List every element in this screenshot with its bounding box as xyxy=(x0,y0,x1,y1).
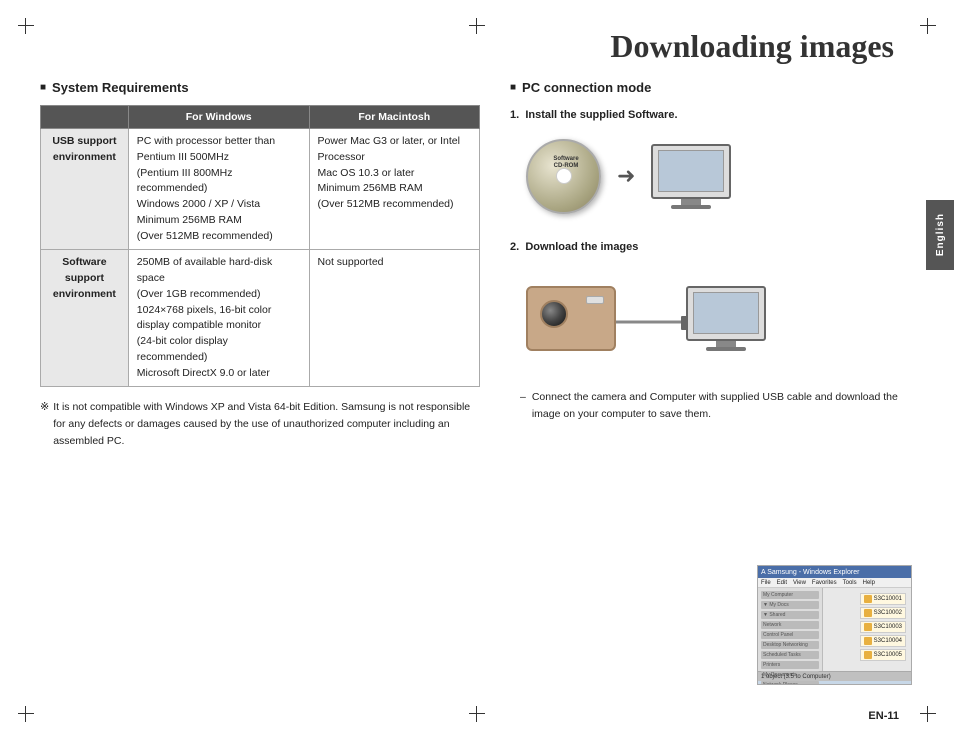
crosshair-top-left xyxy=(18,18,34,34)
crosshair-bottom-mid xyxy=(469,706,485,722)
file-icon-4 xyxy=(864,637,872,645)
sidebar-item-10: Network Places xyxy=(761,681,819,685)
table-header-windows: For Windows xyxy=(128,106,309,129)
screenshot-thumbnail: A Samsung - Windows Explorer File Edit V… xyxy=(757,565,912,685)
left-panel: System Requirements For Windows For Maci… xyxy=(40,80,480,450)
cd-label: SoftwareCD-ROM xyxy=(546,156,586,172)
usb-row-header: USB support environment xyxy=(41,129,129,250)
requirements-table: For Windows For Macintosh USB support en… xyxy=(40,105,480,387)
monitor-body xyxy=(651,144,731,199)
thumb-file-icons: S3C10001 S3C10002 S3C10003 S3C10004 S3C1… xyxy=(860,593,906,661)
cd-disc: SoftwareCD-ROM xyxy=(526,139,601,214)
file-3: S3C10003 xyxy=(860,621,906,633)
sidebar-item-1: My Computer xyxy=(761,591,819,599)
step2-screen xyxy=(693,292,759,334)
file-icon-3 xyxy=(864,623,872,631)
thumb-titlebar: A Samsung - Windows Explorer xyxy=(758,566,911,578)
file-icon-5 xyxy=(864,651,872,659)
camera-lens xyxy=(540,300,568,328)
page-title: Downloading images xyxy=(610,28,894,65)
table-header-mac: For Macintosh xyxy=(309,106,479,129)
sidebar-item-5: Control Panel xyxy=(761,631,819,639)
note-text: It is not compatible with Windows XP and… xyxy=(53,399,480,449)
file-icon-2 xyxy=(864,609,872,617)
software-row-header: Software support environment xyxy=(41,250,129,387)
sidebar-item-7: Scheduled Tasks xyxy=(761,651,819,659)
monitor-stand xyxy=(681,199,701,205)
sidebar-item-4: Network xyxy=(761,621,819,629)
camera-flash xyxy=(586,296,604,304)
file-1: S3C10001 xyxy=(860,593,906,605)
step2-base xyxy=(706,347,746,351)
table-header-empty xyxy=(41,106,129,129)
camera-body xyxy=(526,286,616,351)
table-row-software: Software support environment 250MB of av… xyxy=(41,250,480,387)
software-windows-cell: 250MB of available hard-disk space (Over… xyxy=(128,250,309,387)
file-icon-1 xyxy=(864,595,872,603)
file-4: S3C10004 xyxy=(860,635,906,647)
monitor-base xyxy=(671,205,711,209)
usb-windows-cell: PC with processor better than Pentium II… xyxy=(128,129,309,250)
sidebar-item-3: ▼ Shared xyxy=(761,611,819,619)
step2-stand xyxy=(716,341,736,347)
note-section: ※ It is not compatible with Windows XP a… xyxy=(40,399,480,449)
sidebar-item-2: ▼ My Docs xyxy=(761,601,819,609)
arrow-icon: ➜ xyxy=(617,163,635,189)
system-requirements-title: System Requirements xyxy=(40,80,480,95)
thumb-sidebar: My Computer ▼ My Docs ▼ Shared Network C… xyxy=(758,588,823,671)
crosshair-top-right xyxy=(920,18,936,34)
sidebar-item-8: Printers xyxy=(761,661,819,669)
usb-cable-svg xyxy=(616,314,696,334)
connect-description: – Connect the camera and Computer with s… xyxy=(520,389,910,423)
thumb-body: My Computer ▼ My Docs ▼ Shared Network C… xyxy=(758,588,911,671)
file-2: S3C10002 xyxy=(860,607,906,619)
usb-mac-cell: Power Mac G3 or later, or Intel Processo… xyxy=(309,129,479,250)
sidebar-item-6: Desktop Networking xyxy=(761,641,819,649)
monitor-screen xyxy=(658,150,724,192)
computer-illustration xyxy=(651,144,731,209)
crosshair-bottom-left xyxy=(18,706,34,722)
step2-monitor xyxy=(686,286,766,341)
thumb-menubar: File Edit View Favorites Tools Help xyxy=(758,578,911,588)
crosshair-top-mid xyxy=(469,18,485,34)
download-illustration xyxy=(526,263,910,373)
step2-label: 2. Download the images xyxy=(510,241,910,253)
thumb-content: S3C10001 S3C10002 S3C10003 S3C10004 S3C1… xyxy=(823,588,911,671)
table-row-usb: USB support environment PC with processo… xyxy=(41,129,480,250)
note-symbol: ※ xyxy=(40,399,49,449)
file-5: S3C10005 xyxy=(860,649,906,661)
step2-computer xyxy=(686,286,766,351)
pc-connection-title: PC connection mode xyxy=(510,80,910,95)
crosshair-bottom-right xyxy=(920,706,936,722)
right-panel: PC connection mode 1. Install the suppli… xyxy=(510,80,910,423)
camera-group xyxy=(526,286,616,351)
english-tab: English xyxy=(926,200,954,270)
install-illustration: SoftwareCD-ROM ➜ xyxy=(526,131,910,221)
software-mac-cell: Not supported xyxy=(309,250,479,387)
step1-label: 1. Install the supplied Software. xyxy=(510,109,910,121)
page-number: EN-11 xyxy=(868,710,899,722)
